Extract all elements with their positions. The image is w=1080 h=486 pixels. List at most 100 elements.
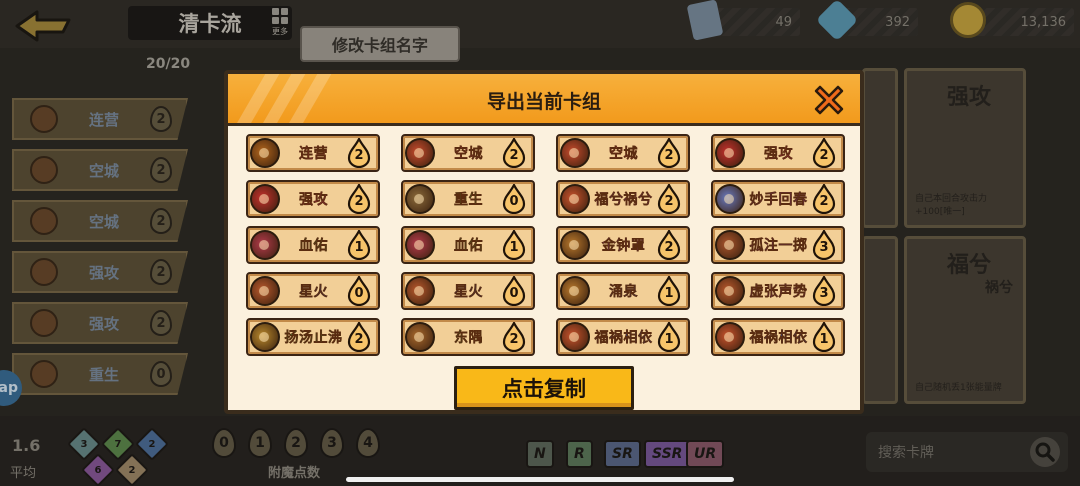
exported-card: 扬汤止沸 2 [246,318,380,356]
card-name: 连营 [299,146,328,162]
card-cost: 2 [664,240,674,255]
card-avatar [715,276,745,306]
card-name: 福祸相依 [594,330,653,346]
exported-card: 空城 2 [401,134,535,172]
exported-card: 金钟罩 2 [556,226,690,264]
exported-card: 重生 0 [401,180,535,218]
exported-card: 空城 2 [556,134,690,172]
exported-card: 血佑 1 [401,226,535,264]
card-name: 东隅 [454,330,483,346]
exported-card: 星火 0 [246,272,380,310]
card-avatar [405,230,435,260]
card-name: 孤注一掷 [749,238,808,254]
cost-drop-icon: 2 [812,184,836,214]
cost-drop-icon: 0 [347,276,371,306]
card-cost: 1 [354,240,364,255]
card-name: 空城 [609,146,638,162]
card-name: 星火 [454,284,483,300]
close-icon [814,85,844,115]
card-name: 妙手回春 [749,192,808,208]
card-cost: 0 [509,194,519,209]
card-cost: 1 [664,286,674,301]
card-avatar [250,184,280,214]
cost-drop-icon: 3 [812,276,836,306]
card-cost: 2 [509,332,519,347]
cost-drop-icon: 2 [347,184,371,214]
card-avatar [560,138,590,168]
cost-drop-icon: 2 [347,322,371,352]
cost-drop-icon: 0 [502,184,526,214]
exported-card: 孤注一掷 3 [711,226,845,264]
card-avatar [250,138,280,168]
card-cost: 0 [509,286,519,301]
exported-card: 星火 0 [401,272,535,310]
card-name: 强攻 [299,192,328,208]
close-button[interactable] [810,80,848,120]
cost-drop-icon: 2 [347,138,371,168]
cost-drop-icon: 3 [812,230,836,260]
cost-drop-icon: 2 [502,322,526,352]
card-cost: 2 [509,148,519,163]
cost-drop-icon: 1 [347,230,371,260]
dialog-title: 导出当前卡组 [486,90,601,113]
card-name: 福祸相依 [749,330,808,346]
card-cost: 2 [354,332,364,347]
cost-drop-icon: 2 [657,138,681,168]
card-name: 福兮祸兮 [594,192,653,208]
card-cost: 2 [354,148,364,163]
card-avatar [250,276,280,306]
card-name: 血佑 [299,238,328,254]
card-avatar [250,322,280,352]
card-cost: 3 [819,286,829,301]
cost-drop-icon: 2 [657,184,681,214]
card-avatar [250,230,280,260]
dialog-header: 导出当前卡组 [228,74,860,126]
card-cost: 1 [509,240,519,255]
card-avatar [715,138,745,168]
card-cost: 1 [664,332,674,347]
exported-card: 福祸相依 1 [556,318,690,356]
card-cost: 1 [819,332,829,347]
card-avatar [715,184,745,214]
exported-card: 虚张声势 3 [711,272,845,310]
card-name: 强攻 [764,146,793,162]
card-avatar [405,184,435,214]
cost-drop-icon: 2 [812,138,836,168]
cost-drop-icon: 1 [812,322,836,352]
cost-drop-icon: 1 [657,322,681,352]
cost-drop-icon: 1 [502,230,526,260]
card-name: 血佑 [454,238,483,254]
card-avatar [560,184,590,214]
card-name: 重生 [454,192,483,208]
card-avatar [560,322,590,352]
card-cost: 2 [819,148,829,163]
exported-card: 连营 2 [246,134,380,172]
card-name: 空城 [454,146,483,162]
card-cost: 2 [819,194,829,209]
card-avatar [560,276,590,306]
card-avatar [405,138,435,168]
export-deck-dialog: 导出当前卡组 连营 2 空城 2 空城 2 强攻 2 强攻 2 重生 0 福兮祸兮 2 妙手回春 2 血佑 1 血佑… [224,70,864,414]
exported-card: 福兮祸兮 2 [556,180,690,218]
card-cost: 2 [664,148,674,163]
exported-card: 强攻 2 [711,134,845,172]
exported-card: 强攻 2 [246,180,380,218]
card-name: 虚张声势 [749,284,808,300]
home-indicator [346,477,734,482]
card-name: 涌泉 [609,284,638,300]
cost-drop-icon: 1 [657,276,681,306]
cost-drop-icon: 2 [502,138,526,168]
card-avatar [405,276,435,306]
card-cost: 3 [819,240,829,255]
card-avatar [715,322,745,352]
exported-card: 福祸相依 1 [711,318,845,356]
card-avatar [405,322,435,352]
exported-card: 妙手回春 2 [711,180,845,218]
cost-drop-icon: 0 [502,276,526,306]
copy-button[interactable]: 点击复制 [454,366,634,410]
exported-card: 血佑 1 [246,226,380,264]
card-name: 星火 [299,284,328,300]
card-cost: 0 [354,286,364,301]
exported-card-grid: 连营 2 空城 2 空城 2 强攻 2 强攻 2 重生 0 福兮祸兮 2 妙手回春 2 血佑 1 血佑 1 金钟罩 2 孤注… [246,134,845,356]
card-name: 扬汤止沸 [284,330,343,346]
